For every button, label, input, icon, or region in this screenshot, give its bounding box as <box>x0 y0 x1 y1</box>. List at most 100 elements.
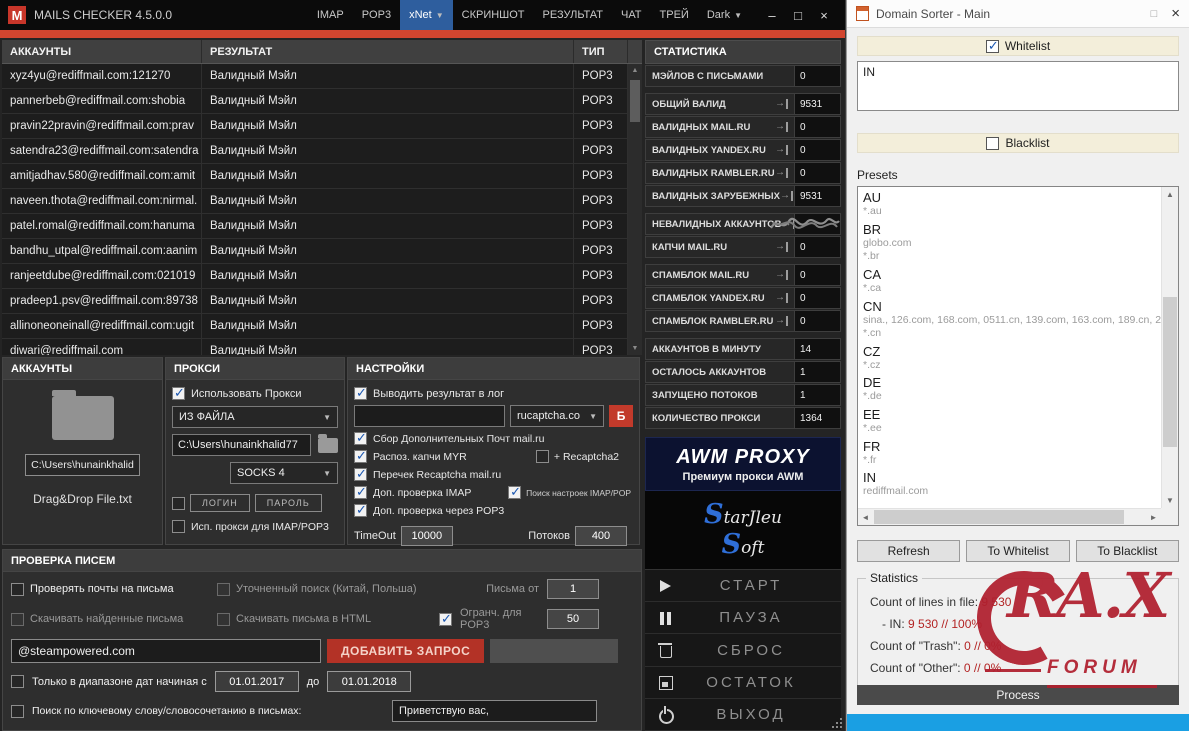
exit-button[interactable]: ВЫХОД <box>645 699 841 731</box>
keyword-input[interactable] <box>392 700 597 722</box>
threads-input[interactable] <box>575 526 627 546</box>
refined-search-checkbox[interactable] <box>217 582 230 596</box>
add-query-button[interactable]: ДОБАВИТЬ ЗАПРОС <box>327 639 485 663</box>
scroll-up-icon[interactable]: ▲ <box>1162 187 1178 202</box>
menu-result[interactable]: РЕЗУЛЬТАТ ▼ <box>534 0 612 30</box>
captcha-service-select[interactable]: rucaptcha.co ▼ <box>510 405 604 427</box>
export-icon[interactable]: → <box>775 122 788 132</box>
resize-grip[interactable] <box>829 715 842 728</box>
password-button[interactable]: ПАРОЛЬ <box>254 494 322 512</box>
preset-item[interactable]: AU *.au <box>863 190 1161 219</box>
preset-item[interactable]: CA *.ca <box>863 267 1161 296</box>
folder-icon[interactable] <box>51 390 114 440</box>
remainder-button[interactable]: ОСТАТОК <box>645 667 841 699</box>
limit-pop3-input[interactable] <box>547 609 599 629</box>
preset-item[interactable]: DE *.de <box>863 375 1161 404</box>
scroll-up-icon[interactable]: ▲ <box>628 64 642 77</box>
close-button[interactable]: × <box>1171 5 1180 22</box>
blacklist-checkbox[interactable] <box>986 136 1000 150</box>
browse-folder-icon[interactable] <box>318 433 338 453</box>
presets-horizontal-scrollbar[interactable]: ◄ ► <box>858 508 1161 525</box>
table-row[interactable]: naveen.thota@rediffmail.com:nirmal. Вали… <box>2 189 628 214</box>
balance-button[interactable]: Б <box>609 405 633 427</box>
table-row[interactable]: pannerbeb@rediffmail.com:shobia Валидный… <box>2 89 628 114</box>
to-blacklist-button[interactable]: To Blacklist <box>1075 540 1179 562</box>
download-html-checkbox[interactable] <box>217 612 230 626</box>
preset-item[interactable]: CN sina., 126.com, 168.com, 0511.cn, 139… <box>863 299 1161 341</box>
table-row[interactable]: pravin22pravin@rediffmail.com:prav Валид… <box>2 114 628 139</box>
query-input[interactable] <box>11 639 321 663</box>
preset-item[interactable]: FR *.fr <box>863 439 1161 468</box>
captcha-myr-checkbox[interactable] <box>354 448 367 464</box>
table-row[interactable]: pradeep1.psv@rediffmail.com:89738 Валидн… <box>2 289 628 314</box>
export-icon[interactable]: → <box>780 191 793 201</box>
table-row[interactable]: diwari@rediffmail.com Валидный Мэйл POP3 <box>2 339 628 355</box>
date-to-input[interactable] <box>327 671 412 692</box>
letters-from-input[interactable] <box>547 579 599 599</box>
export-icon[interactable]: → <box>775 145 788 155</box>
scroll-left-icon[interactable]: ◄ <box>858 509 873 525</box>
maximize-button[interactable]: □ <box>1151 8 1158 20</box>
close-button[interactable]: × <box>811 3 837 27</box>
column-header-accounts[interactable]: АККАУНТЫ <box>2 40 202 63</box>
refresh-button[interactable]: Refresh <box>857 540 961 562</box>
export-icon[interactable]: → <box>775 242 788 252</box>
menu-screenshot[interactable]: СКРИНШОТ ▼ <box>453 0 534 30</box>
menu-xnet[interactable]: xNet ▼ <box>400 0 453 30</box>
imap-check-checkbox[interactable] <box>354 484 367 500</box>
pop3-check-checkbox[interactable] <box>354 502 367 518</box>
table-row[interactable]: xyz4yu@rediffmail.com:121270 Валидный Мэ… <box>2 64 628 89</box>
menu-tray[interactable]: ТРЕЙ ▼ <box>651 0 698 30</box>
download-mail-checkbox[interactable] <box>11 612 24 626</box>
proxy-auth-checkbox[interactable] <box>172 496 185 510</box>
presets-vertical-scrollbar[interactable]: ▲ ▼ <box>1161 187 1178 508</box>
table-row[interactable]: satendra23@rediffmail.com:satendra Валид… <box>2 139 628 164</box>
proxy-file-input[interactable] <box>172 434 311 456</box>
scroll-down-icon[interactable]: ▼ <box>1162 493 1178 508</box>
start-button[interactable]: СТАРТ <box>645 570 841 603</box>
menu-imap[interactable]: IMAP ▼ <box>308 0 353 30</box>
menu-pop3[interactable]: POP3 ▼ <box>353 0 400 30</box>
export-icon[interactable]: → <box>775 99 788 109</box>
login-button[interactable]: ЛОГИН <box>190 494 250 512</box>
export-icon[interactable]: → <box>775 270 788 280</box>
preset-item[interactable]: IN rediffmail.com <box>863 470 1161 499</box>
log-output-checkbox[interactable] <box>354 385 367 401</box>
minimize-button[interactable]: – <box>759 3 785 27</box>
whitelist-checkbox[interactable] <box>985 38 999 54</box>
column-header-type[interactable]: ТИП <box>574 40 628 63</box>
scroll-right-icon[interactable]: ► <box>1146 509 1161 525</box>
export-icon[interactable]: → <box>775 168 788 178</box>
proxy-source-select[interactable]: ИЗ ФАЙЛА ▼ <box>172 406 338 428</box>
recaptcha2-checkbox[interactable] <box>535 450 549 463</box>
proxy-imap-pop3-checkbox[interactable] <box>172 520 185 533</box>
limit-pop3-checkbox[interactable] <box>439 611 452 627</box>
scroll-down-icon[interactable]: ▼ <box>628 342 642 355</box>
timeout-input[interactable] <box>400 526 453 546</box>
export-icon[interactable]: → <box>775 316 788 326</box>
column-header-result[interactable]: РЕЗУЛЬТАТ <box>202 40 574 63</box>
whitelist-textarea[interactable]: IN <box>857 61 1179 111</box>
to-whitelist-button[interactable]: To Whitelist <box>966 540 1070 562</box>
check-mail-checkbox[interactable] <box>11 582 24 596</box>
menu-chat[interactable]: ЧАТ ▼ <box>612 0 651 30</box>
scrollbar-thumb[interactable] <box>874 510 1124 524</box>
date-range-checkbox[interactable] <box>11 675 24 688</box>
scrollbar-thumb[interactable] <box>630 80 640 122</box>
table-row[interactable]: allinoneoneinall@rediffmail.com:ugit Вал… <box>2 314 628 339</box>
proxy-type-select[interactable]: SOCKS 4 ▼ <box>230 462 338 484</box>
extra-mail-checkbox[interactable] <box>354 430 367 446</box>
scrollbar-thumb[interactable] <box>1163 297 1177 447</box>
maximize-button[interactable]: □ <box>785 3 811 27</box>
table-row[interactable]: ranjeetdube@rediffmail.com:021019 Валидн… <box>2 264 628 289</box>
pause-button[interactable]: ПАУЗА <box>645 602 841 635</box>
use-proxy-checkbox[interactable] <box>172 385 185 401</box>
reset-button[interactable]: СБРОС <box>645 634 841 667</box>
captcha-key-input[interactable] <box>354 405 505 427</box>
preset-item[interactable]: CZ *.cz <box>863 344 1161 373</box>
table-row[interactable]: patel.romal@rediffmail.com:hanuma Валидн… <box>2 214 628 239</box>
preset-item[interactable]: EE *.ee <box>863 407 1161 436</box>
menu-theme[interactable]: Dark ▼ <box>698 0 751 30</box>
table-row[interactable]: amitjadhav.580@rediffmail.com:amit Валид… <box>2 164 628 189</box>
date-from-input[interactable] <box>214 671 299 692</box>
